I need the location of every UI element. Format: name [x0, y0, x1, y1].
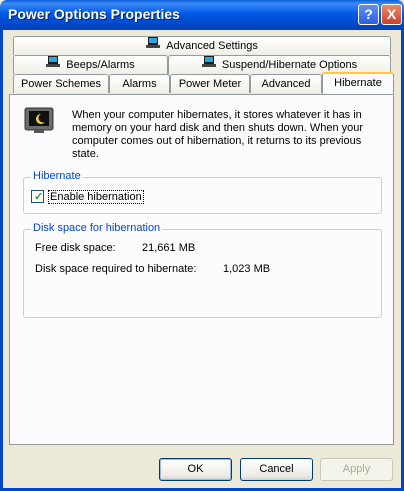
hibernate-monitor-icon	[24, 107, 56, 138]
free-disk-space-label: Free disk space:	[35, 242, 116, 254]
tab-advanced[interactable]: Advanced	[250, 74, 322, 93]
tab-label: Alarms	[122, 78, 157, 90]
tab-label: Beeps/Alarms	[66, 59, 135, 71]
title-bar: Power Options Properties ? X	[0, 0, 404, 30]
tab-label: Power Meter	[178, 78, 242, 90]
help-button[interactable]: ?	[358, 4, 379, 25]
hibernate-description: When your computer hibernates, it stores…	[72, 109, 364, 160]
free-disk-space-value: 21,661 MB	[142, 242, 196, 254]
hibernate-group: Hibernate ✓ Enable hibernation	[23, 170, 382, 214]
tab-hibernate[interactable]: Hibernate	[322, 72, 394, 94]
tab-power-meter[interactable]: Power Meter	[170, 74, 250, 93]
enable-hibernation-checkbox[interactable]: ✓	[31, 190, 44, 203]
tab-label: Hibernate	[334, 77, 382, 89]
disk-space-group: Disk space for hibernation Free disk spa…	[23, 222, 382, 318]
required-disk-space-value: 1,023 MB	[223, 263, 271, 275]
close-icon: X	[386, 6, 397, 22]
tab-beeps-alarms[interactable]: Beeps/Alarms	[13, 55, 168, 74]
tab-panel-hibernate: When your computer hibernates, it stores…	[9, 94, 394, 445]
tab-advanced-settings[interactable]: Advanced Settings	[13, 36, 391, 55]
help-icon: ?	[364, 6, 373, 22]
tab-label: Power Schemes	[20, 78, 102, 90]
laptop-icon	[201, 56, 216, 74]
group-title: Disk space for hibernation	[31, 222, 163, 234]
ok-button[interactable]: OK	[159, 458, 232, 481]
tab-label: Suspend/Hibernate Options	[221, 59, 358, 71]
tab-label: Advanced	[261, 78, 311, 90]
group-title: Hibernate	[31, 170, 83, 182]
tab-label: Advanced Settings	[166, 40, 258, 52]
required-disk-space-label: Disk space required to hibernate:	[35, 263, 197, 275]
window-title: Power Options Properties	[8, 6, 180, 22]
tab-power-schemes[interactable]: Power Schemes	[13, 74, 109, 93]
enable-hibernation-label[interactable]: Enable hibernation	[48, 190, 144, 204]
tab-alarms[interactable]: Alarms	[109, 74, 170, 93]
close-button[interactable]: X	[381, 4, 402, 25]
checkmark-icon: ✓	[34, 191, 44, 203]
laptop-icon	[146, 37, 161, 55]
laptop-icon	[46, 56, 61, 74]
cancel-button[interactable]: Cancel	[240, 458, 313, 481]
apply-button[interactable]: Apply	[320, 458, 393, 481]
